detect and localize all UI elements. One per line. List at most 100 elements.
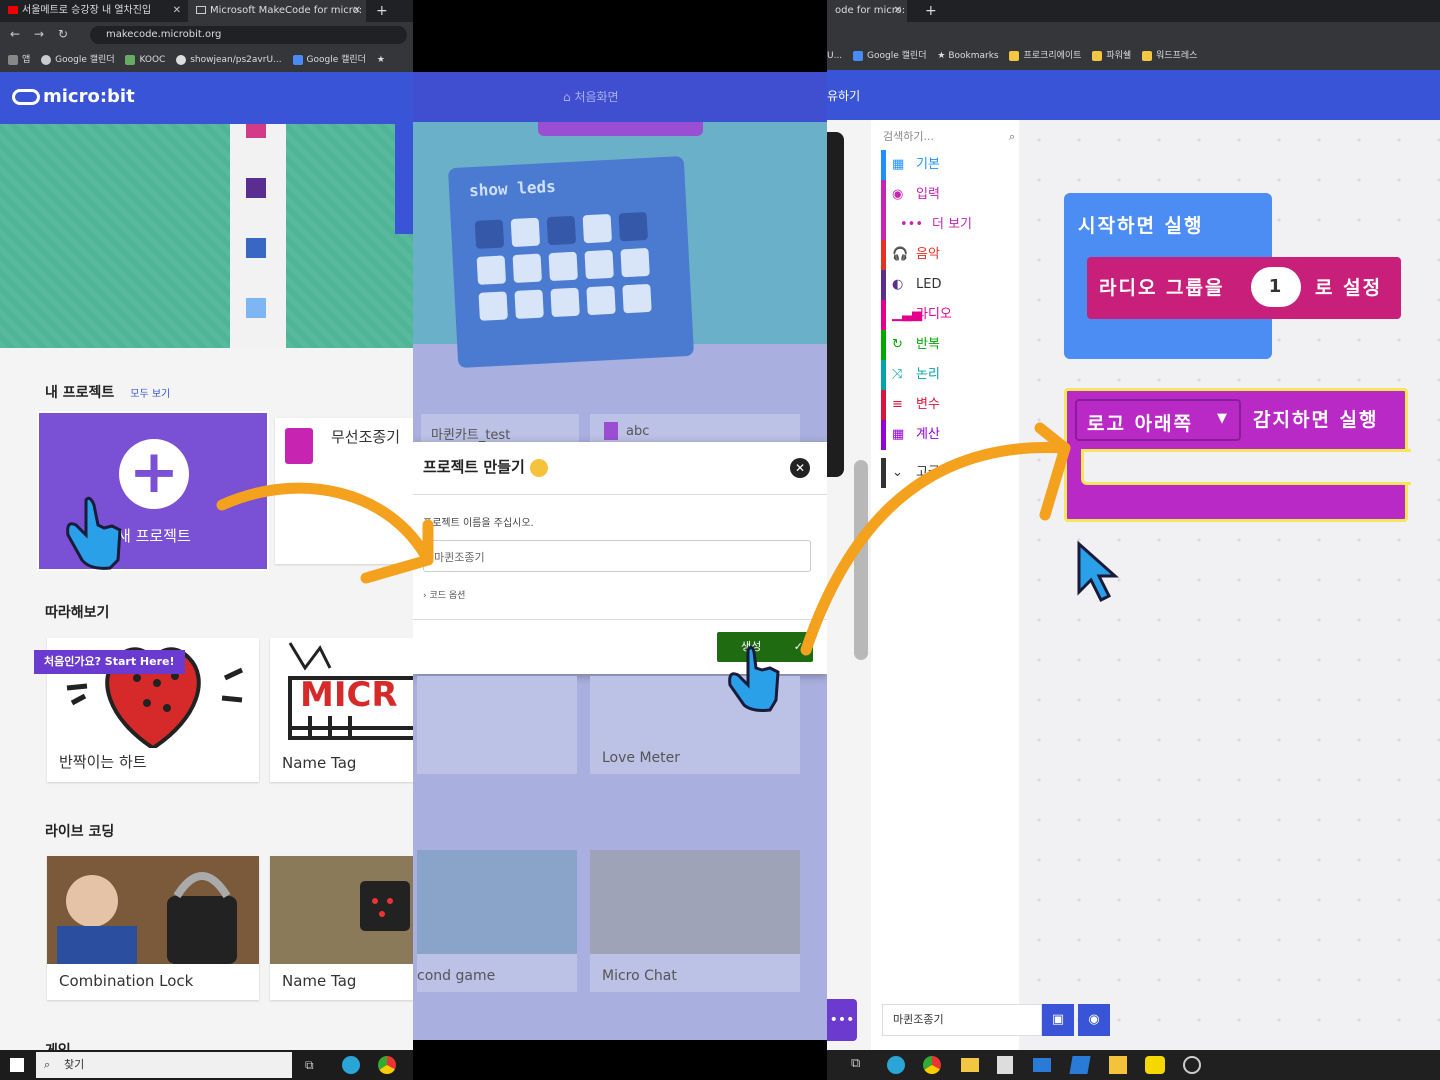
chrome-icon[interactable] (923, 1056, 941, 1074)
microbit-logo[interactable]: micro:bit (12, 86, 135, 107)
reload-icon[interactable]: ↻ (58, 27, 68, 41)
toolbox-search[interactable]: 검색하기... ⌕ (881, 124, 1019, 150)
project-card[interactable] (417, 676, 577, 774)
card-label: Combination Lock (59, 972, 194, 990)
url-field[interactable]: makecode.microbit.org (90, 26, 407, 44)
save-icon[interactable]: ▣ (1042, 1004, 1074, 1036)
category-item[interactable]: ↻ 반복 (881, 330, 1019, 360)
bookmark-folder[interactable]: 파워쉘 (1092, 44, 1131, 68)
bookmark-star-icon[interactable]: ★ (377, 48, 385, 72)
category-item[interactable]: ▦ 기본 (881, 150, 1019, 180)
folder-icon (1142, 50, 1153, 61)
project-card[interactable]: 마퀸카트_test (421, 414, 579, 443)
search-placeholder: 검색하기... (883, 130, 934, 143)
store-icon[interactable] (997, 1056, 1013, 1074)
tab-makecode[interactable]: Microsoft MakeCode for micro: ✕ (188, 0, 366, 22)
folder-icon[interactable] (961, 1058, 979, 1072)
vscode-icon[interactable] (1069, 1056, 1091, 1074)
clock-icon[interactable] (1183, 1056, 1201, 1074)
edge-icon[interactable] (887, 1056, 905, 1074)
tab-seoul-metro[interactable]: 서울메트로 승강장 내 열차진입 ✕ (0, 0, 186, 22)
create-label: 생성 (741, 640, 762, 653)
kakaotalk-icon[interactable] (1145, 1056, 1165, 1074)
address-bar (827, 22, 1440, 44)
category-item[interactable]: ◐ LED (881, 270, 1019, 300)
bookmark-apps[interactable]: 앱 (8, 48, 30, 72)
category-item[interactable]: ≡ 변수 (881, 390, 1019, 420)
category-item[interactable]: ⤨ 논리 (881, 360, 1019, 390)
close-icon[interactable]: ✕ (353, 0, 361, 22)
bookmark-bookmarks[interactable]: ★ Bookmarks (937, 44, 998, 68)
recent-project-card[interactable]: 무선조종기 (275, 418, 413, 564)
live-card-combination-lock[interactable]: Combination Lock (47, 856, 259, 1000)
category-item[interactable]: ⌄ 고급 (881, 458, 1019, 488)
close-icon[interactable]: ✕ (894, 0, 902, 22)
category-item[interactable]: ◉ 입력 (881, 180, 1019, 210)
new-project-card[interactable]: + 새 프로젝트 (37, 411, 269, 571)
bookmark-google-calendar[interactable]: Google 캘린더 (41, 48, 115, 72)
forward-icon[interactable]: → (34, 27, 44, 41)
logo-dropdown[interactable]: 로고 아래쪽 ▼ (1075, 399, 1241, 441)
new-tab-button[interactable]: + (368, 0, 398, 22)
windows-start-icon[interactable] (10, 1058, 24, 1072)
radio-group-value[interactable]: 1 (1251, 267, 1301, 307)
card-label: Name Tag (282, 754, 357, 772)
sticky-notes-icon[interactable] (1109, 1056, 1127, 1074)
microbit-logo-icon (12, 89, 40, 105)
bookmark-google-calendar[interactable]: Google 캘린더 (853, 44, 927, 68)
close-icon[interactable]: ✕ (790, 458, 810, 478)
see-all-link[interactable]: 모두 보기 (130, 389, 170, 400)
cond-game-card[interactable]: cond game (417, 850, 577, 992)
back-icon[interactable]: ← (10, 27, 20, 41)
micro-chat-card[interactable]: Micro Chat (590, 850, 800, 992)
more-icon[interactable]: ••• (827, 999, 857, 1041)
project-name-field[interactable]: 마퀸조종기 (882, 1004, 1042, 1036)
task-view-icon[interactable]: ⧉ (305, 1058, 314, 1073)
taskbar-search[interactable]: ⌕ 찾기 (36, 1052, 292, 1078)
bookmark-item[interactable]: U... (827, 44, 842, 68)
project-card[interactable]: abc (590, 414, 800, 442)
logo-event-block[interactable]: 로고 아래쪽 ▼ 감지하면 실행 (1064, 388, 1411, 522)
github-icon (176, 54, 187, 65)
project-name: abc (626, 424, 650, 439)
tutorial-card-name-tag[interactable]: MICR Name Tag (270, 638, 413, 782)
event-slot (1081, 449, 1411, 485)
category-item[interactable]: ▁▃▅ 라디오 (881, 300, 1019, 330)
chrome-icon[interactable] (378, 1056, 396, 1074)
mail-icon[interactable] (1033, 1058, 1051, 1072)
task-view-icon[interactable]: ⧉ (851, 1056, 860, 1071)
new-tab-button[interactable]: + (917, 0, 941, 22)
home-link[interactable]: ⌂ 처음화면 (563, 88, 619, 105)
edge-icon[interactable] (342, 1056, 360, 1074)
tutorial-card-heart[interactable]: 처음인가요? Start Here! 반짝이는 하트 (34, 638, 259, 782)
category-item[interactable]: ••• 더 보기 (881, 210, 1019, 240)
bookmark-folder[interactable]: 워드프레스 (1142, 44, 1197, 68)
bookmark-kooc[interactable]: KOOC (125, 48, 165, 72)
create-button[interactable]: 생성 ✓ (717, 632, 813, 662)
emoji-icon (530, 458, 549, 477)
url-text: makecode.microbit.org (106, 29, 222, 40)
tab-makecode[interactable]: ode for micro: ✕ (827, 0, 907, 22)
hero-banner (0, 124, 413, 348)
live-card-name-tag[interactable]: Name Tag (270, 856, 413, 1000)
bookmark-label: 프로크리에이트 (1023, 51, 1082, 61)
close-icon[interactable]: ✕ (173, 0, 181, 22)
code-options-toggle[interactable]: › 코드 옵션 (423, 588, 465, 601)
project-name-input[interactable]: 마퀸조종기 (423, 540, 811, 572)
category-item[interactable]: 🎧 음악 (881, 240, 1019, 270)
bookmark-github[interactable]: showjean/ps2avrU... (176, 48, 282, 72)
bookmark-google-calendar-2[interactable]: Google 캘린더 (292, 48, 366, 72)
taskbar: ⧉ (827, 1050, 1440, 1080)
bookmark-folder[interactable]: 프로크리에이트 (1009, 44, 1081, 68)
category-item[interactable]: ▦ 계산 (881, 420, 1019, 450)
toolbox: 검색하기... ⌕ ▦ 기본 ◉ 입력 ••• 더 보기 🎧 음악 ◐ LED ▁▃▅ 라디오 ↻ 반복 ⤨ 논… (871, 120, 1019, 1050)
simulator-board[interactable] (827, 132, 844, 477)
love-meter-card[interactable]: Love Meter (590, 676, 800, 774)
github-icon[interactable]: ◉ (1078, 1004, 1110, 1036)
blocks-workspace[interactable]: 시작하면 실행 라디오 그룹을 1 로 설정 로고 아래쪽 ▼ 감지하면 실행 (1019, 120, 1440, 1050)
new-project-label: 새 프로젝트 (117, 527, 191, 545)
scrollbar[interactable] (854, 460, 868, 660)
bookmark-label: 워드프레스 (1156, 51, 1198, 61)
radio-set-group-block[interactable]: 라디오 그룹을 1 로 설정 (1087, 257, 1401, 319)
share-label[interactable]: 유하기 (827, 87, 860, 104)
